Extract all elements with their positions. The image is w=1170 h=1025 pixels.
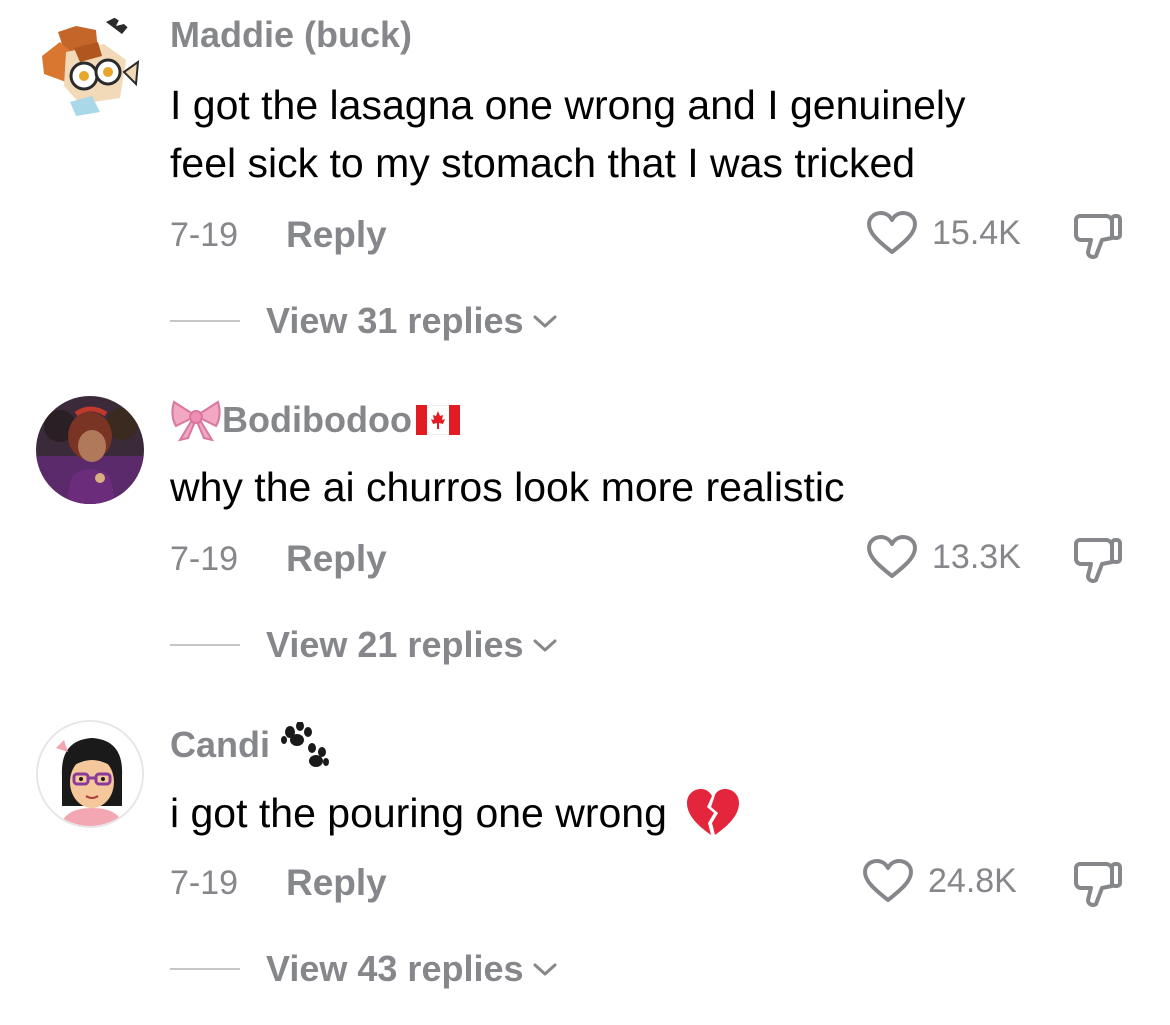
comment-date: 7-19 — [170, 539, 239, 578]
view-replies-button[interactable]: View 43 replies — [170, 948, 558, 990]
like-button[interactable]: 13.3K — [866, 534, 1021, 580]
comment-text-content: i got the pouring one wrong — [170, 790, 667, 836]
deer-character-avatar-icon — [36, 12, 144, 120]
canada-flag-icon — [415, 405, 460, 435]
heart-outline-icon — [863, 859, 913, 902]
comment-username[interactable]: Bodibodoo — [170, 398, 460, 442]
reply-button[interactable]: Reply — [286, 862, 387, 904]
view-replies-button[interactable]: View 31 replies — [170, 300, 558, 342]
view-replies-label[interactable]: View 21 replies — [266, 624, 524, 666]
comment-meta: 7-19 Reply — [170, 214, 387, 256]
thumbs-down-icon[interactable] — [1072, 534, 1124, 586]
view-replies-label[interactable]: View 43 replies — [266, 948, 524, 990]
comment-username[interactable]: Candi — [170, 722, 330, 768]
comment-meta: 7-19 Reply — [170, 538, 387, 580]
chevron-down-icon — [533, 639, 557, 652]
divider-line — [170, 968, 240, 970]
chevron-down-icon — [533, 963, 557, 976]
reply-button[interactable]: Reply — [286, 538, 387, 580]
avatar[interactable] — [36, 720, 144, 828]
like-count: 13.3K — [932, 537, 1021, 576]
like-count: 15.4K — [932, 213, 1021, 252]
view-replies-label[interactable]: View 31 replies — [266, 300, 524, 342]
mii-avatar-icon — [38, 722, 142, 826]
like-count: 24.8K — [928, 861, 1017, 900]
comment-username[interactable]: Maddie (buck) — [170, 14, 412, 56]
broken-heart-icon — [686, 789, 739, 835]
heart-outline-icon — [867, 211, 917, 254]
heart-outline-icon — [867, 535, 917, 578]
comment-meta: 7-19 Reply — [170, 862, 387, 904]
like-button[interactable]: 24.8K — [862, 858, 1017, 904]
comment-text: I got the lasagna one wrong and I genuin… — [170, 82, 966, 186]
view-replies-button[interactable]: View 21 replies — [170, 624, 558, 666]
paw-prints-icon — [281, 722, 330, 767]
username-text[interactable]: Candi — [170, 724, 270, 766]
thumbs-down-icon[interactable] — [1072, 210, 1124, 262]
avatar[interactable] — [36, 396, 144, 504]
cartoon-character-avatar-icon — [36, 396, 144, 504]
ribbon-bow-icon — [171, 400, 221, 442]
chevron-down-icon — [533, 315, 557, 328]
avatar[interactable] — [36, 12, 144, 120]
username-text[interactable]: Bodibodoo — [222, 399, 412, 441]
comment-text: why the ai churros look more realistic — [170, 464, 845, 510]
reply-button[interactable]: Reply — [286, 214, 387, 256]
divider-line — [170, 644, 240, 646]
comment-date: 7-19 — [170, 863, 239, 902]
username-text[interactable]: Maddie (buck) — [170, 14, 412, 56]
divider-line — [170, 320, 240, 322]
like-button[interactable]: 15.4K — [866, 210, 1021, 256]
thumbs-down-icon[interactable] — [1072, 858, 1124, 910]
comment-date: 7-19 — [170, 215, 239, 254]
comment-text: i got the pouring one wrong — [170, 784, 1120, 842]
